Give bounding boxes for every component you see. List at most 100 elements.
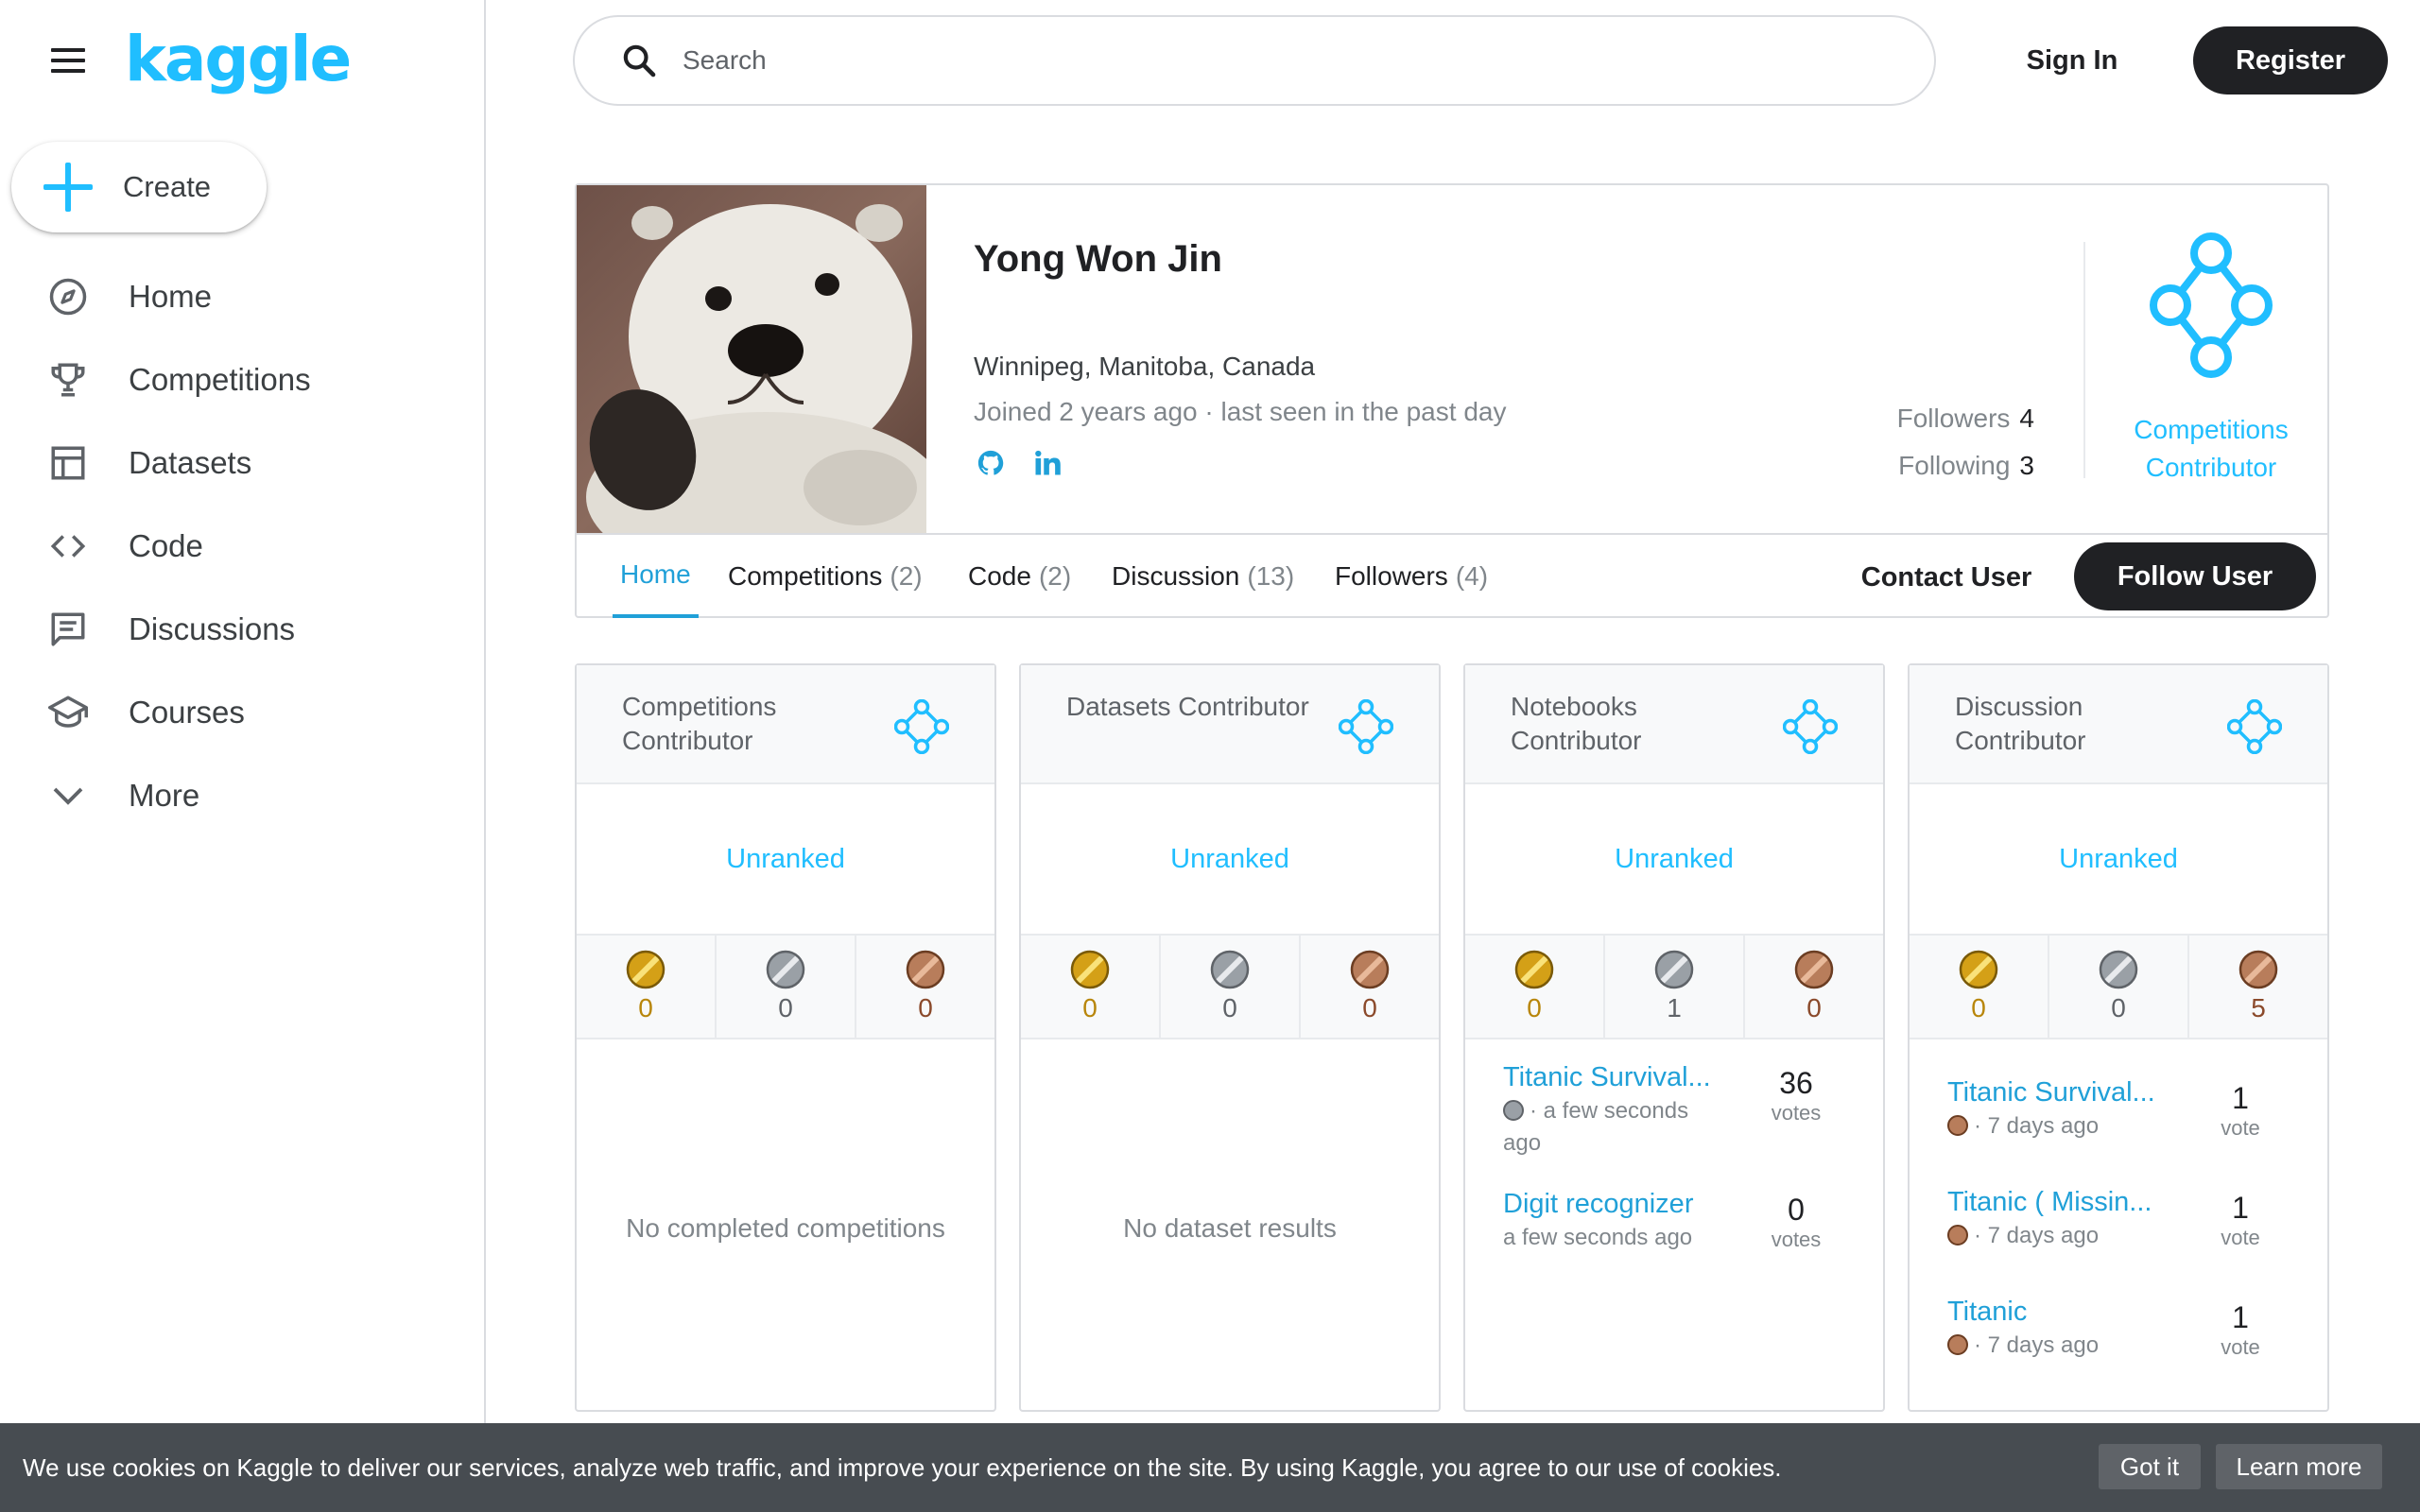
discussion-title-link[interactable]: Titanic Survival... xyxy=(1947,1077,2184,1108)
vote-number: 1 xyxy=(2232,1081,2249,1115)
discussion-title-link[interactable]: Titanic ( Missin... xyxy=(1947,1187,2184,1218)
register-button[interactable]: Register xyxy=(2193,26,2388,94)
medal-row: 0 1 0 xyxy=(1465,936,1883,1040)
medal-row: 0 0 5 xyxy=(1910,936,2327,1040)
tab-count: (2) xyxy=(1038,561,1072,591)
follow-user-button[interactable]: Follow User xyxy=(2074,542,2316,610)
item-meta: · 7 days ago xyxy=(1947,1110,2165,1143)
notebook-title-link[interactable]: Titanic Survival... xyxy=(1503,1062,1739,1093)
contributor-tier-icon xyxy=(1783,699,1838,754)
tab-competitions[interactable]: Competitions (2) xyxy=(728,535,923,618)
bronze-medal-icon xyxy=(1350,950,1390,989)
following-stat[interactable]: Following 3 xyxy=(1897,442,2034,490)
bronze-medal-icon xyxy=(1947,1334,1968,1355)
cookie-text: We use cookies on Kaggle to deliver our … xyxy=(23,1452,1782,1482)
vote-count[interactable]: 1 vote xyxy=(2203,1300,2278,1360)
profile-tabs: Home Competitions (2) Code (2) Discussion(… xyxy=(577,533,2327,618)
card-header: Competitions Contributor xyxy=(577,665,994,784)
profile-name: Yong Won Jin xyxy=(974,238,1222,280)
avatar xyxy=(577,185,926,533)
vote-count[interactable]: 36 votes xyxy=(1758,1066,1834,1125)
following-count: 3 xyxy=(2019,451,2034,480)
contributor-tier-icon xyxy=(2150,232,2273,378)
card-title: Notebooks Contributor xyxy=(1511,692,1642,755)
create-button[interactable]: Create xyxy=(11,142,267,232)
sidebar-item-discussions[interactable]: Discussions xyxy=(0,588,484,671)
linkedin-icon[interactable] xyxy=(1030,446,1064,480)
rank-link[interactable]: Unranked xyxy=(1170,844,1289,875)
followers-stat[interactable]: Followers 4 xyxy=(1897,395,2034,442)
tier-card-discussion: Discussion Contributor Unranked 0 0 5 Ti… xyxy=(1908,663,2329,1412)
card-header: Notebooks Contributor xyxy=(1465,665,1883,784)
sidebar-item-more[interactable]: More xyxy=(0,754,484,837)
vote-label: vote xyxy=(2221,1226,2260,1249)
bronze-medal-icon xyxy=(1947,1225,1968,1246)
silver-medal: 1 xyxy=(1605,936,1745,1038)
tab-count: (4) xyxy=(1455,561,1489,591)
bronze-count: 0 xyxy=(918,993,933,1022)
bronze-medal: 0 xyxy=(856,936,994,1038)
followers-label: Followers xyxy=(1896,404,2011,433)
contact-user-button[interactable]: Contact User xyxy=(1838,544,2055,610)
list-item: Titanic Survival... · 7 days ago 1 vote xyxy=(1947,1077,2299,1181)
sidebar-item-datasets[interactable]: Datasets xyxy=(0,421,484,505)
rank-link[interactable]: Unranked xyxy=(726,844,845,875)
tab-label: Home xyxy=(620,559,691,589)
learn-more-button[interactable]: Learn more xyxy=(2216,1444,2382,1489)
menu-icon[interactable] xyxy=(47,43,89,77)
tab-label: Competitions xyxy=(728,561,883,591)
gold-count: 0 xyxy=(1527,993,1542,1022)
kaggle-logo[interactable]: kaggle xyxy=(125,23,352,95)
tab-code[interactable]: Code (2) xyxy=(968,535,1071,618)
sidebar-item-code[interactable]: Code xyxy=(0,505,484,588)
gold-medal-icon xyxy=(1514,950,1554,989)
profile-card: Yong Won Jin Winnipeg, Manitoba, Canada … xyxy=(575,183,2329,618)
card-title: Competitions Contributor xyxy=(622,692,777,755)
rank-link[interactable]: Unranked xyxy=(1615,844,1734,875)
gold-medal: 0 xyxy=(1465,936,1605,1038)
vote-number: 36 xyxy=(1779,1066,1813,1100)
card-rank: Unranked xyxy=(1465,784,1883,936)
tier-card-notebooks: Notebooks Contributor Unranked 0 1 0 Tit… xyxy=(1463,663,1885,1412)
rank-link[interactable]: Unranked xyxy=(2059,844,2178,875)
sidebar-item-home[interactable]: Home xyxy=(0,255,484,338)
cookie-banner: We use cookies on Kaggle to deliver our … xyxy=(0,1423,2420,1512)
item-meta: · 7 days ago xyxy=(1947,1220,2165,1252)
notebook-title-link[interactable]: Digit recognizer xyxy=(1503,1189,1739,1220)
silver-count: 0 xyxy=(778,993,793,1022)
tab-count: (13) xyxy=(1247,561,1295,591)
discussion-title-link[interactable]: Titanic xyxy=(1947,1297,2184,1328)
tab-home[interactable]: Home xyxy=(613,535,699,618)
tab-label: Code xyxy=(968,561,1031,591)
sidebar-item-label: Courses xyxy=(129,695,245,730)
contributor-tier-icon xyxy=(2227,699,2282,754)
medal-row: 0 0 0 xyxy=(1021,936,1439,1040)
gold-count: 0 xyxy=(1082,993,1098,1022)
got-it-button[interactable]: Got it xyxy=(2099,1444,2201,1489)
item-time: a few seconds ago xyxy=(1503,1225,1693,1250)
github-icon[interactable] xyxy=(974,446,1008,480)
trophy-icon xyxy=(45,357,91,403)
sidebar-item-label: Code xyxy=(129,528,203,563)
divider xyxy=(2083,242,2085,478)
search-input[interactable] xyxy=(683,45,1817,76)
search-bar[interactable] xyxy=(573,15,1936,106)
sidebar-item-competitions[interactable]: Competitions xyxy=(0,338,484,421)
bronze-medal-icon xyxy=(2238,950,2278,989)
gold-medal: 0 xyxy=(1910,936,2049,1038)
gold-count: 0 xyxy=(1971,993,1986,1022)
vote-count[interactable]: 1 vote xyxy=(2203,1191,2278,1250)
tab-followers[interactable]: Followers (4) xyxy=(1335,535,1488,618)
gold-medal-icon xyxy=(626,950,666,989)
tab-discussion[interactable]: Discussion (13) xyxy=(1112,535,1294,618)
card-rank: Unranked xyxy=(1910,784,2327,936)
vote-number: 1 xyxy=(2232,1191,2249,1225)
vote-count[interactable]: 1 vote xyxy=(2203,1081,2278,1141)
card-header: Discussion Contributor xyxy=(1910,665,2327,784)
sign-in-button[interactable]: Sign In xyxy=(1996,28,2148,93)
vote-count[interactable]: 0 votes xyxy=(1758,1193,1834,1252)
create-label: Create xyxy=(123,170,212,203)
sidebar-item-courses[interactable]: Courses xyxy=(0,671,484,754)
silver-count: 1 xyxy=(1667,993,1682,1022)
vote-label: vote xyxy=(2221,1335,2260,1359)
